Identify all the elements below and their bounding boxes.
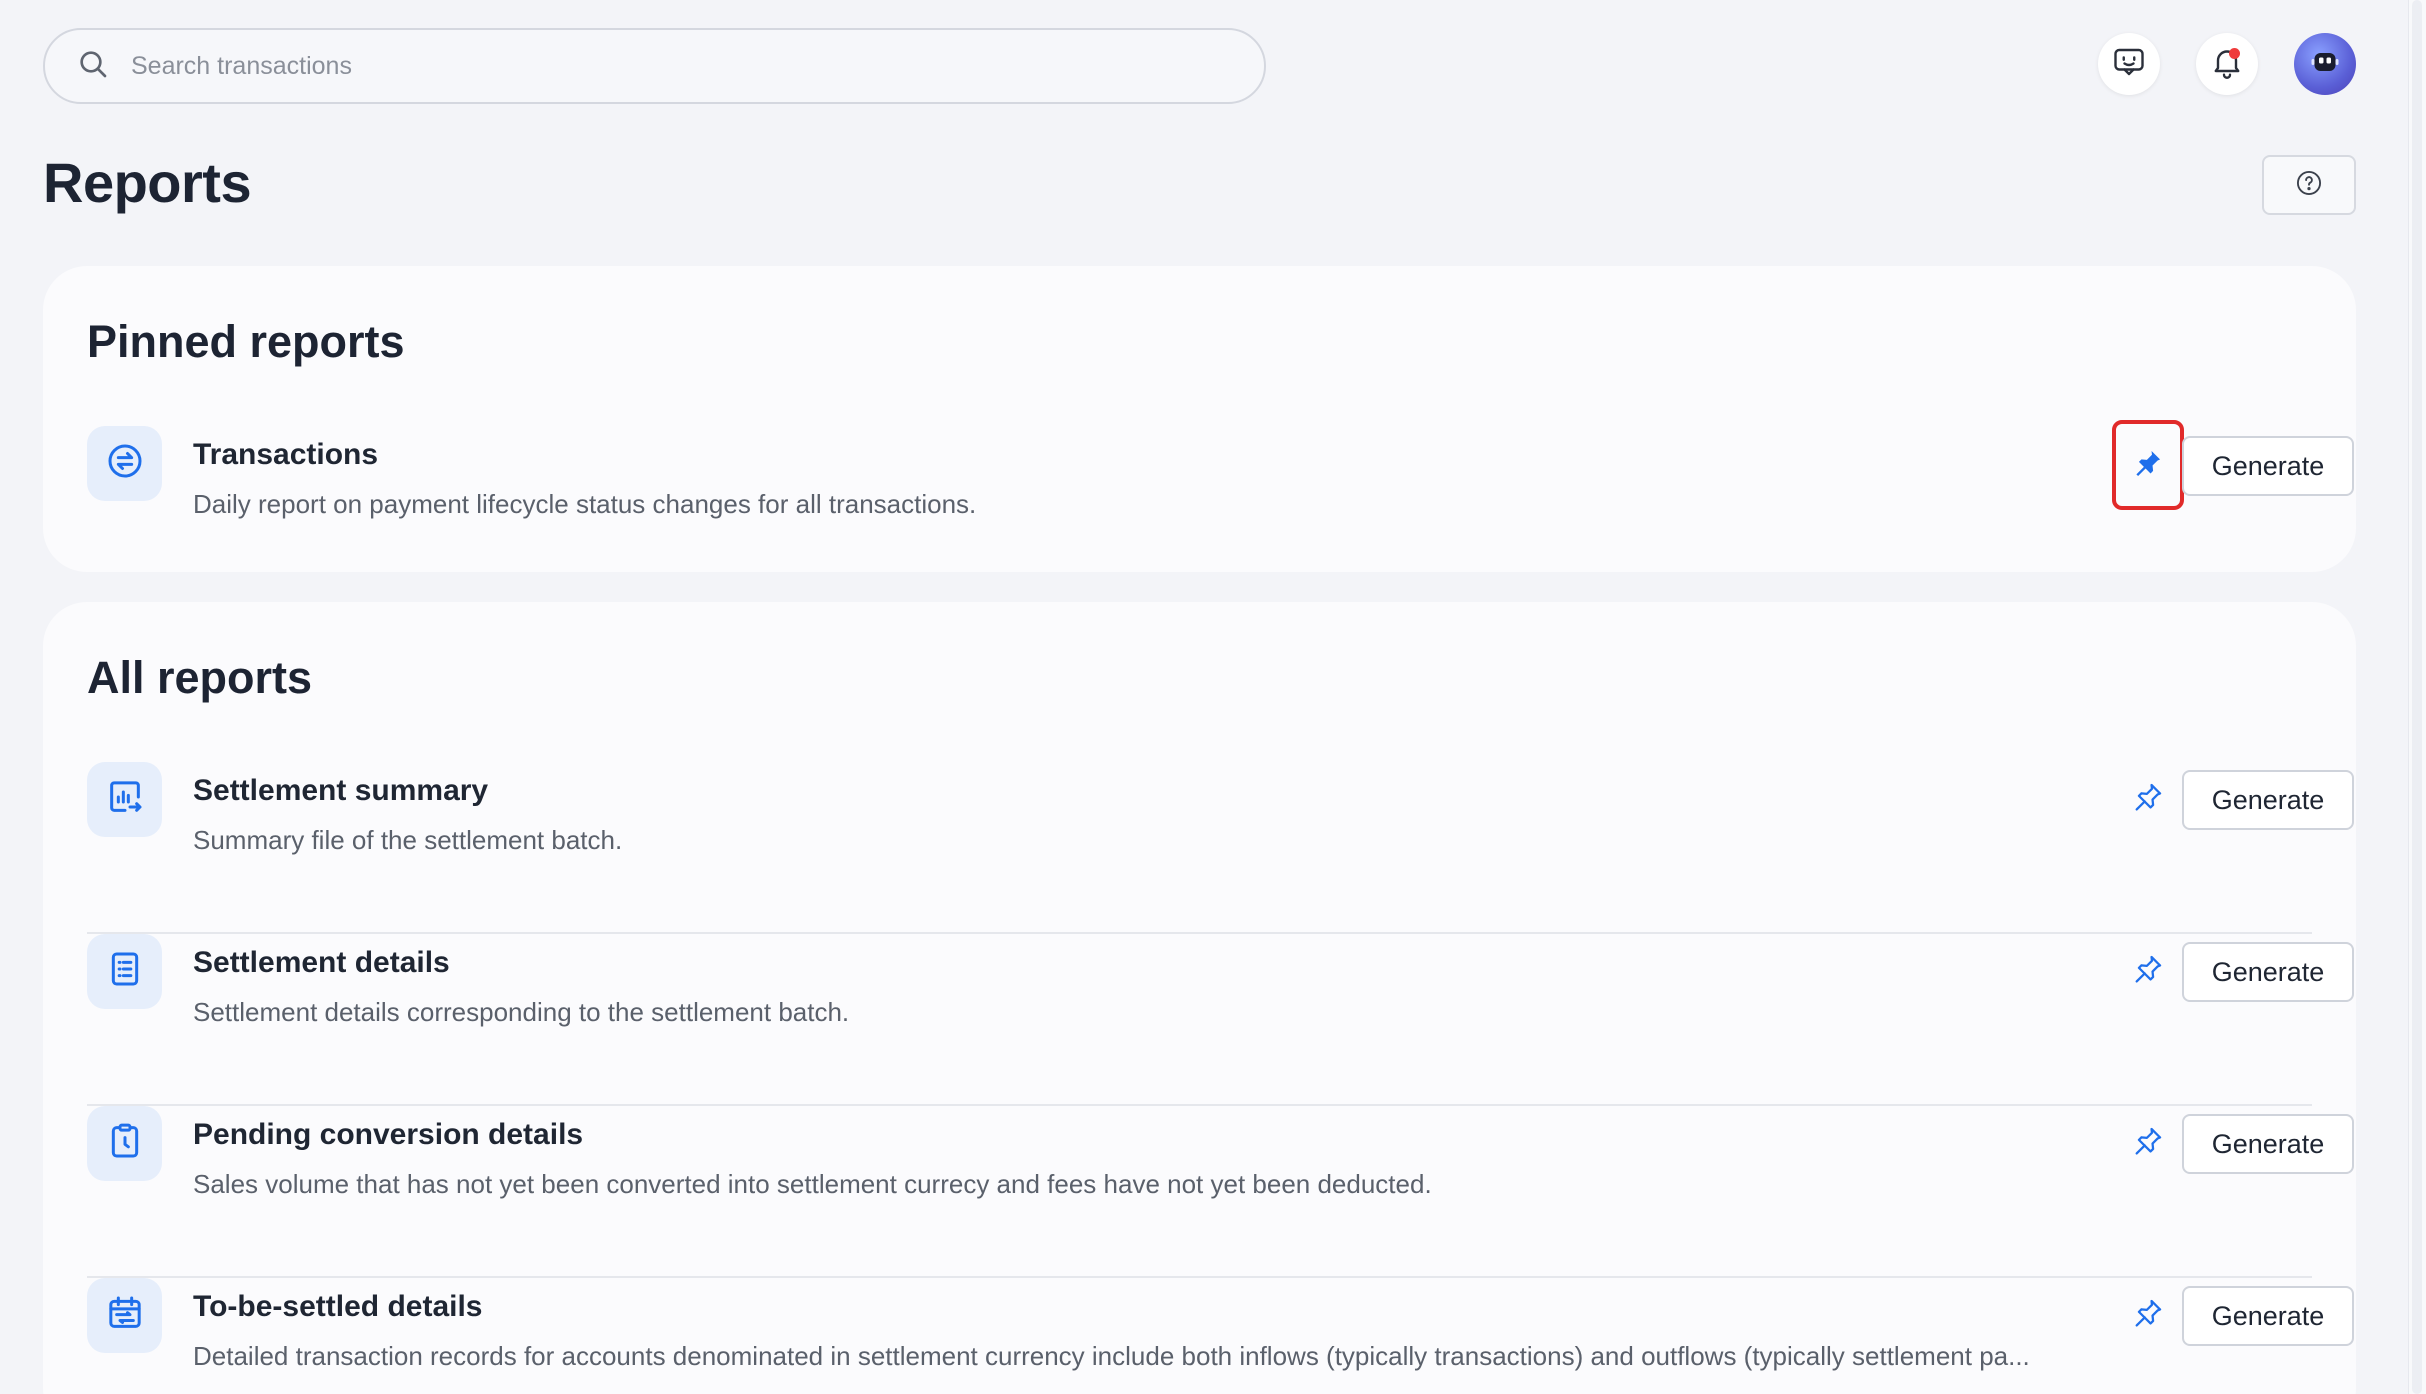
exchange-arrows-icon	[105, 441, 145, 486]
all-reports-card: All reports Settlement summary Summary f…	[43, 602, 2356, 1394]
search-bar[interactable]: Search transactions	[43, 28, 1266, 104]
pin-outline-icon	[2131, 1296, 2165, 1335]
report-row-to-be-settled-details: To-be-settled details Detailed transacti…	[87, 1278, 2354, 1394]
report-title: Settlement summary	[193, 774, 489, 807]
clipboard-clock-icon	[105, 1121, 145, 1166]
pin-outline-icon	[2131, 780, 2165, 819]
report-icon-container	[87, 934, 162, 1009]
report-title: Settlement details	[193, 946, 450, 979]
bell-icon	[2209, 44, 2245, 85]
pin-outline-icon	[2131, 1124, 2165, 1163]
unpin-button[interactable]	[2112, 420, 2184, 510]
all-reports-title: All reports	[87, 652, 313, 703]
generate-button[interactable]: Generate	[2182, 942, 2354, 1002]
pinned-reports-card: Pinned reports Transactions Daily report…	[43, 266, 2356, 572]
notification-badge	[2229, 48, 2240, 59]
report-description: Settlement details corresponding to the …	[193, 997, 850, 1027]
generate-button[interactable]: Generate	[2182, 436, 2354, 496]
scrollbar-thumb[interactable]	[2412, 0, 2422, 1394]
scrollbar[interactable]	[2408, 0, 2426, 1394]
pin-button[interactable]	[2119, 770, 2177, 828]
report-row-settlement-details: Settlement details Settlement details co…	[87, 934, 2354, 1106]
pin-button[interactable]	[2119, 1114, 2177, 1172]
generate-button[interactable]: Generate	[2182, 770, 2354, 830]
report-row-pending-conversion-details: Pending conversion details Sales volume …	[87, 1106, 2354, 1278]
report-description: Detailed transaction records for account…	[193, 1341, 2030, 1371]
feedback-button[interactable]	[2098, 33, 2160, 95]
help-button[interactable]	[2262, 155, 2356, 215]
report-title: To-be-settled details	[193, 1290, 483, 1323]
report-icon-container	[87, 1106, 162, 1181]
report-title: Pending conversion details	[193, 1118, 584, 1151]
search-icon	[77, 48, 109, 85]
pin-button[interactable]	[2119, 942, 2177, 1000]
report-description: Summary file of the settlement batch.	[193, 825, 623, 855]
report-description: Daily report on payment lifecycle status…	[193, 489, 977, 519]
generate-button[interactable]: Generate	[2182, 1114, 2354, 1174]
generate-button[interactable]: Generate	[2182, 1286, 2354, 1346]
document-list-icon	[105, 949, 145, 994]
page-title: Reports	[43, 151, 252, 214]
feedback-face-icon	[2111, 44, 2147, 85]
pin-filled-icon	[2131, 446, 2165, 485]
report-row-settlement-summary: Settlement summary Summary file of the s…	[87, 762, 2354, 934]
pinned-reports-title: Pinned reports	[87, 316, 405, 367]
report-description: Sales volume that has not yet been conve…	[193, 1169, 1432, 1199]
notifications-button[interactable]	[2196, 33, 2258, 95]
pin-button[interactable]	[2119, 1286, 2177, 1344]
calendar-transfer-icon	[105, 1293, 145, 1338]
avatar[interactable]	[2294, 33, 2356, 95]
chart-export-icon	[105, 777, 145, 822]
pin-outline-icon	[2131, 952, 2165, 991]
search-input[interactable]: Search transactions	[131, 52, 352, 81]
report-icon-container	[87, 426, 162, 501]
report-icon-container	[87, 1278, 162, 1353]
robot-avatar-icon	[2307, 44, 2343, 85]
report-icon-container	[87, 762, 162, 837]
report-row-transactions: Transactions Daily report on payment lif…	[87, 420, 2354, 598]
report-title: Transactions	[193, 438, 379, 471]
question-circle-icon	[2295, 169, 2323, 202]
